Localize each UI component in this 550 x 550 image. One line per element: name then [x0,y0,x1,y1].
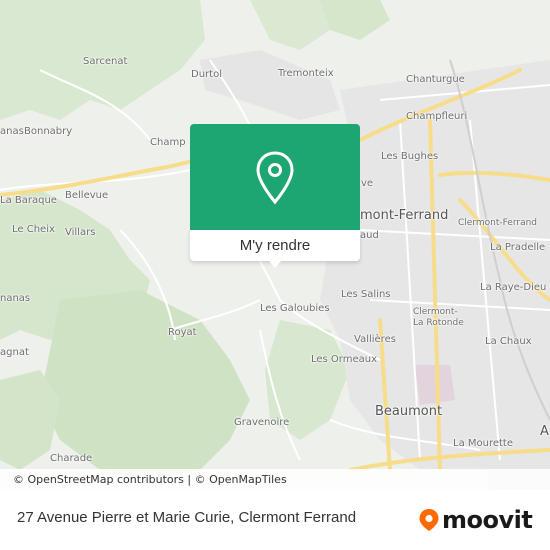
place-label: nanas [0,293,31,304]
place-label: Charade [50,453,93,464]
place-label: Chanturgue [406,74,465,85]
station-label: Clermont-Ferrand [458,218,538,228]
place-label: ve [361,178,374,189]
destination-address: 27 Avenue Pierre et Marie Curie, Clermon… [17,509,357,526]
place-label: anas [0,126,24,137]
place-label: Gravenoire [234,417,290,428]
map-attribution[interactable]: © OpenStreetMap contributors | © OpenMap… [0,469,550,490]
place-label: Les Galoubies [260,303,330,314]
place-label: Villars [65,227,96,238]
place-label: Les Salins [341,289,391,300]
moovit-wordmark: moovit [442,506,533,534]
station-label: Clermont- La Rotonde [413,307,464,328]
map-view[interactable]: Sarcenat Durtol Tremonteix Chanturgue Ch… [0,0,550,490]
place-label-city: Beaumont [375,404,443,419]
popup-pointer [269,261,281,268]
destination-popup: M'y rendre [190,124,360,268]
directions-button-label: M'y rendre [239,237,311,254]
place-label: La Pradelle [490,242,546,253]
directions-button[interactable]: M'y rendre [190,230,360,261]
place-label: La Chaux [485,336,532,347]
place-label: La Mourette [453,438,513,449]
popup-header [190,124,360,230]
place-label: Les Ormeaux [311,354,378,365]
place-label: Bonnabry [24,126,73,137]
footer-bar: 27 Avenue Pierre et Marie Curie, Clermon… [0,490,550,550]
place-label: Royat [168,327,197,338]
attribution-text: © OpenStreetMap contributors | © OpenMap… [13,473,287,486]
place-label: La Baraque [0,195,57,206]
place-label: Bellevue [65,190,109,201]
moovit-logo[interactable]: moovit [418,504,533,536]
place-label: Sarcenat [83,56,128,67]
place-label: Champ [150,137,186,148]
location-pin-icon [256,151,294,205]
moovit-logo-icon [419,509,439,531]
place-label: agnat [0,347,29,358]
place-label: Tremonteix [278,68,334,79]
place-label: Les Bughes [381,151,439,162]
place-label-city: mont-Ferrand [360,208,449,223]
place-label: Vallières [354,334,396,345]
place-label: aud [360,230,379,241]
place-label: La Raye-Dieu [480,282,547,293]
place-label: A [540,424,549,439]
place-label: Durtol [191,69,222,80]
place-label: Le Cheix [12,224,55,235]
place-label: Champfleuri [406,111,468,122]
